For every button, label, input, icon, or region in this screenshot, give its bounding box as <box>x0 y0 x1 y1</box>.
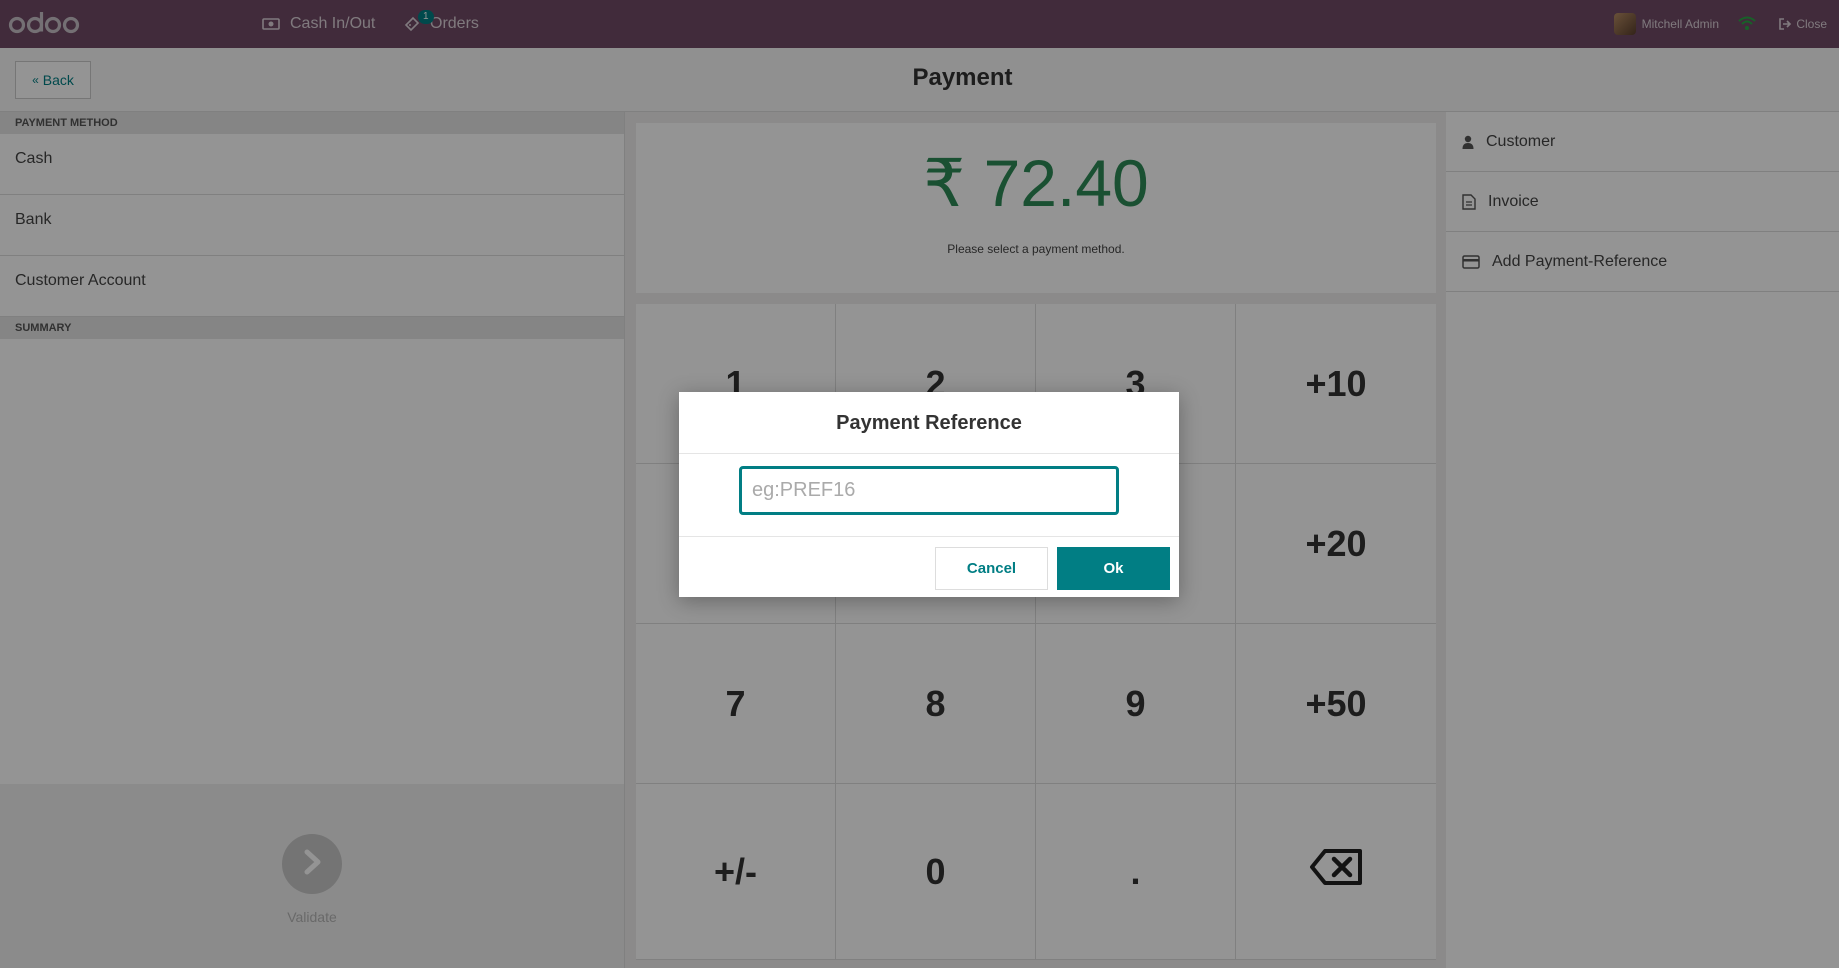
cancel-button[interactable]: Cancel <box>935 547 1048 590</box>
payment-reference-dialog: Payment Reference Cancel Ok <box>679 392 1179 597</box>
dialog-body <box>679 454 1179 537</box>
ok-button[interactable]: Ok <box>1057 547 1170 590</box>
payment-reference-input[interactable] <box>739 466 1119 515</box>
dialog-footer: Cancel Ok <box>679 537 1179 597</box>
dialog-title: Payment Reference <box>679 392 1179 454</box>
